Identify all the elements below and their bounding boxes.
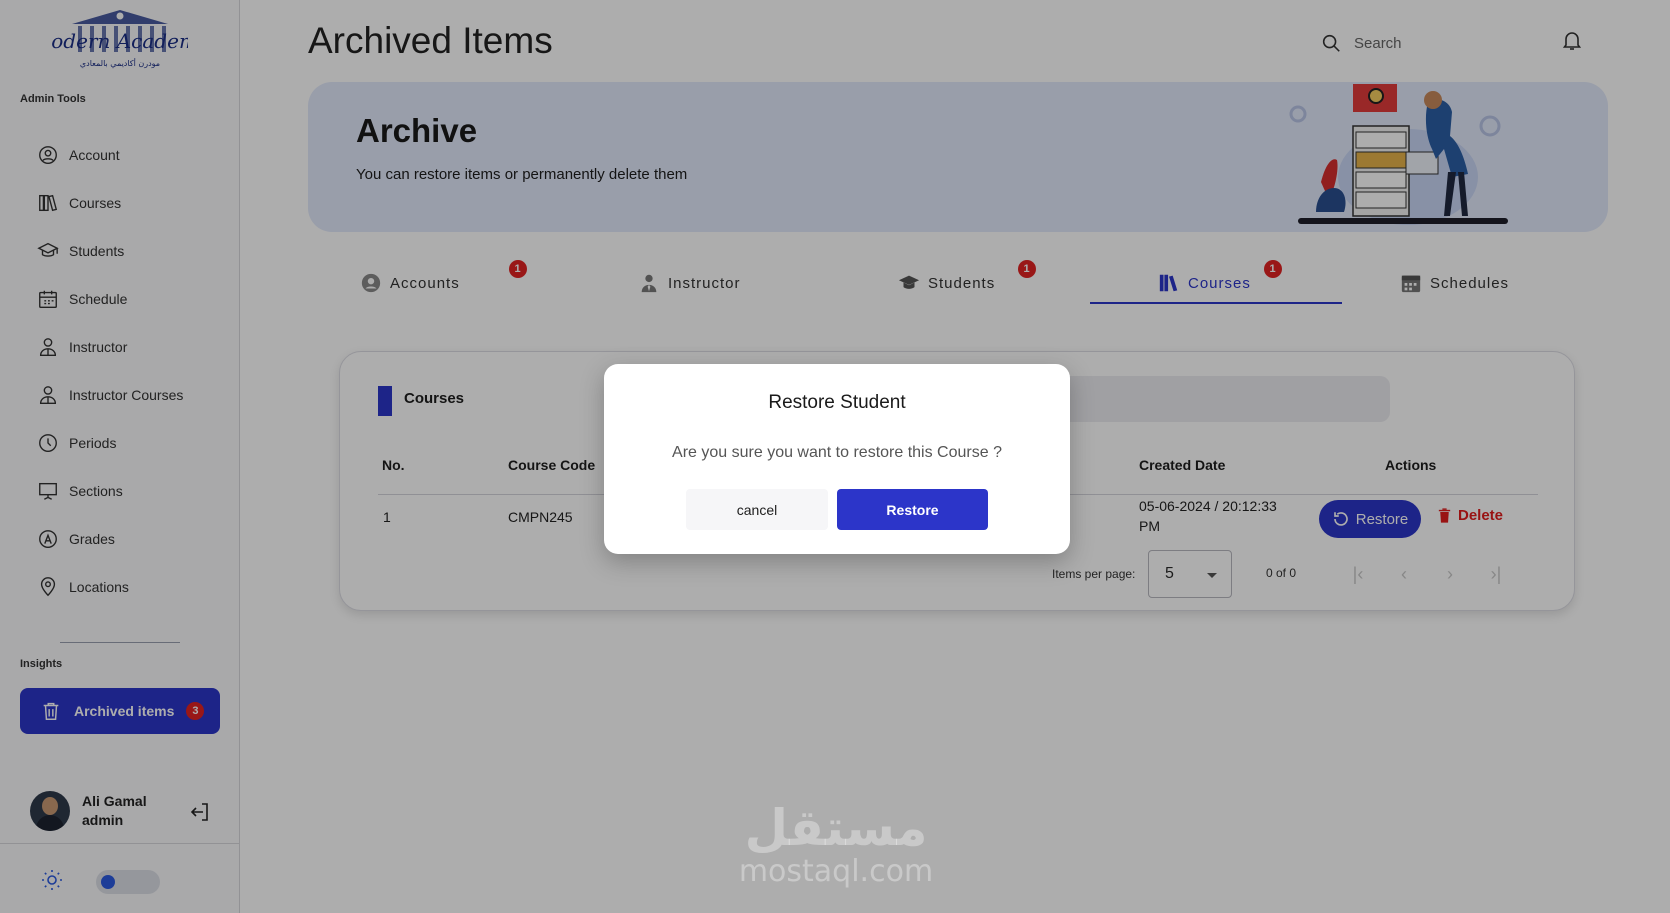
cancel-button[interactable]: cancel: [686, 489, 828, 530]
dialog-title: Restore Student: [768, 392, 906, 413]
confirm-restore-button[interactable]: Restore: [837, 489, 988, 530]
watermark-latin: mostaql.com: [738, 854, 934, 889]
mostaql-watermark: مستقل mostaql.com: [736, 800, 936, 888]
dialog-message: Are you sure you want to restore this Co…: [672, 444, 1002, 461]
restore-confirm-dialog: Restore Student Are you sure you want to…: [604, 364, 1070, 554]
watermark-arabic: مستقل: [744, 799, 928, 857]
